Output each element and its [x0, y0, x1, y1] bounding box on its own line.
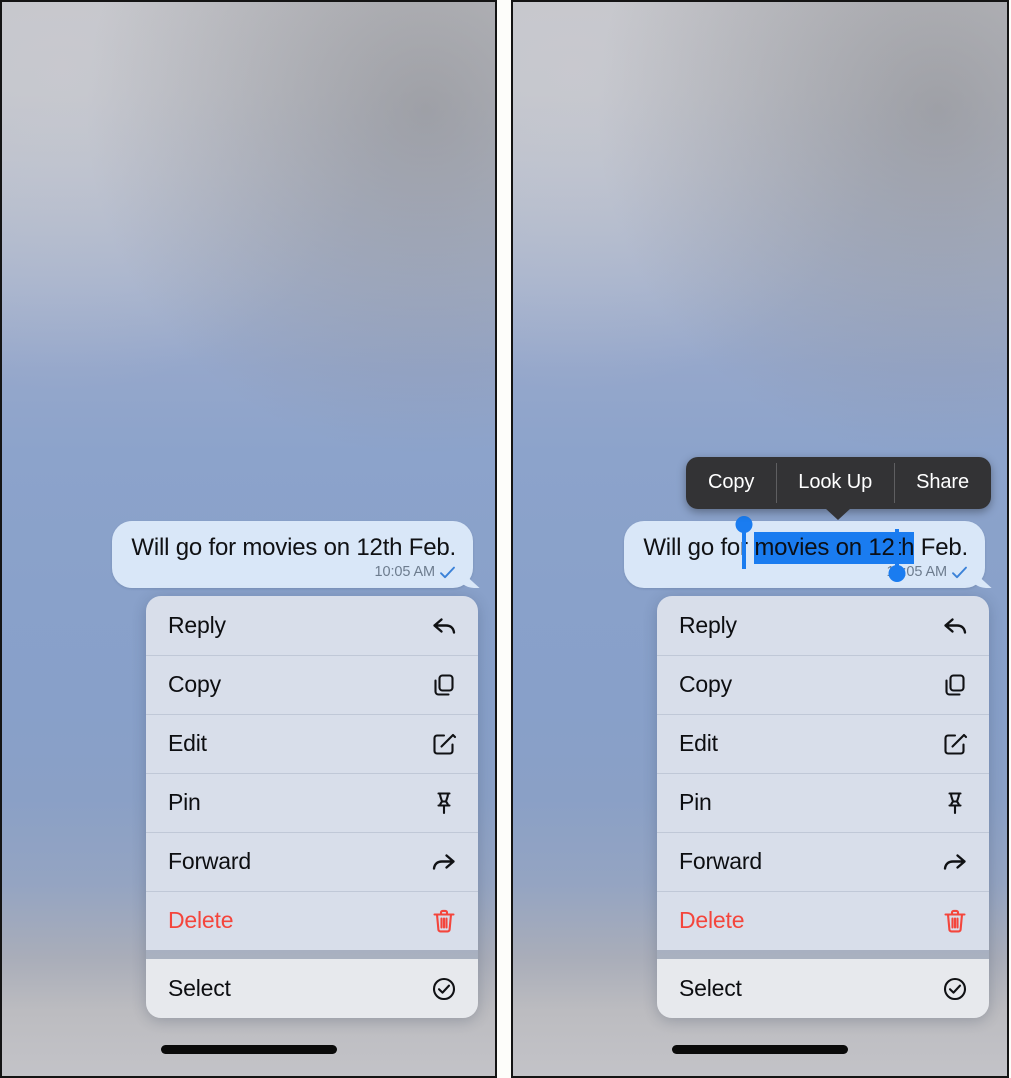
- edit-menu-lookup-button[interactable]: Look Up: [776, 457, 894, 509]
- context-menu-left[interactable]: Reply Copy Edit Pin Forward Delete Selec…: [146, 596, 478, 1018]
- menu-item-select-label: Select: [679, 975, 742, 1001]
- menu-item-select-label: Select: [168, 975, 231, 1001]
- text-edit-menu[interactable]: Copy Look Up Share: [686, 457, 991, 520]
- message-text-after: Feb.: [914, 534, 968, 561]
- edit-menu-pointer-icon: [825, 508, 852, 520]
- selection-handle-end[interactable]: [888, 529, 906, 582]
- home-indicator-left: [160, 1045, 337, 1054]
- check-circle-icon: [432, 977, 456, 1000]
- edit-menu-share-button[interactable]: Share: [894, 457, 991, 509]
- menu-item-copy-label: Copy: [168, 671, 221, 697]
- message-bubble-container-left: Will go for movies on 12th Feb. 10:05 AM: [112, 521, 473, 589]
- message-text-left: Will go for movies on 12th Feb.: [131, 534, 456, 561]
- phone-panel-left: Will go for movies on 12th Feb. 10:05 AM…: [0, 0, 497, 1078]
- context-menu-right[interactable]: Reply Copy Edit Pin Forward Delete Selec…: [657, 596, 989, 1018]
- menu-item-copy[interactable]: Copy: [146, 655, 478, 714]
- selected-text-highlight[interactable]: movies on 12th: [754, 532, 914, 564]
- menu-item-forward-label: Forward: [679, 848, 762, 874]
- menu-item-reply-label: Reply: [168, 612, 226, 638]
- pencil-square-icon: [944, 733, 968, 755]
- selection-handle-start-knob[interactable]: [735, 516, 753, 533]
- context-menu-secondary-group-left: Select: [146, 959, 478, 1018]
- menu-item-edit[interactable]: Edit: [657, 714, 989, 773]
- menu-item-edit[interactable]: Edit: [146, 714, 478, 773]
- message-text-right: Will go for movies on 12th Feb.: [643, 532, 968, 564]
- pushpin-icon: [437, 791, 451, 814]
- reply-arrow-icon: [433, 617, 456, 634]
- message-timestamp-left: 10:05 AM: [374, 564, 436, 581]
- trash-icon: [944, 909, 966, 932]
- copy-pages-icon: [945, 673, 965, 696]
- menu-item-pin[interactable]: Pin: [657, 773, 989, 832]
- forward-arrow-icon: [943, 853, 966, 870]
- message-bubble-container-right: Will go for movies on 12th Feb. 10:05 AM: [624, 516, 985, 589]
- menu-item-edit-label: Edit: [679, 730, 718, 756]
- trash-icon: [433, 909, 455, 932]
- menu-item-forward[interactable]: Forward: [657, 832, 989, 891]
- menu-item-reply-label: Reply: [679, 612, 737, 638]
- menu-item-pin[interactable]: Pin: [146, 773, 478, 832]
- context-menu-divider-right: [657, 950, 989, 959]
- message-text-before: Will go for: [643, 534, 755, 561]
- menu-item-delete[interactable]: Delete: [657, 891, 989, 950]
- message-meta-left: 10:05 AM: [131, 564, 456, 580]
- menu-item-delete-label: Delete: [679, 907, 745, 933]
- menu-item-delete-label: Delete: [168, 907, 234, 933]
- forward-arrow-icon: [432, 853, 455, 870]
- selection-handle-start[interactable]: [735, 516, 753, 569]
- message-bubble-right[interactable]: Will go for movies on 12th Feb. 10:05 AM: [624, 516, 985, 589]
- double-check-icon-left: [440, 566, 455, 578]
- check-icon-right: [952, 566, 967, 578]
- menu-item-forward[interactable]: Forward: [146, 832, 478, 891]
- menu-item-copy-label: Copy: [679, 671, 732, 697]
- context-menu-divider-left: [146, 950, 478, 959]
- message-meta-right: 10:05 AM: [643, 564, 968, 580]
- pushpin-icon: [948, 791, 962, 814]
- dual-phone-screenshot: Will go for movies on 12th Feb. 10:05 AM…: [0, 0, 1011, 1078]
- menu-item-pin-label: Pin: [168, 789, 201, 815]
- menu-item-forward-label: Forward: [168, 848, 251, 874]
- context-menu-primary-group-left: Reply Copy Edit Pin Forward Delete: [146, 596, 478, 950]
- context-menu-primary-group-right: Reply Copy Edit Pin Forward Delete: [657, 596, 989, 950]
- check-circle-icon: [943, 977, 967, 1000]
- menu-item-select[interactable]: Select: [146, 959, 478, 1018]
- context-menu-secondary-group-right: Select: [657, 959, 989, 1018]
- copy-pages-icon: [434, 673, 454, 696]
- home-indicator-right: [672, 1045, 848, 1054]
- menu-item-edit-label: Edit: [168, 730, 207, 756]
- pencil-square-icon: [433, 733, 457, 755]
- menu-item-select[interactable]: Select: [657, 959, 989, 1018]
- menu-item-copy[interactable]: Copy: [657, 655, 989, 714]
- reply-arrow-icon: [944, 617, 967, 634]
- menu-item-reply[interactable]: Reply: [657, 596, 989, 655]
- menu-item-delete[interactable]: Delete: [146, 891, 478, 950]
- menu-item-pin-label: Pin: [679, 789, 712, 815]
- phone-panel-right: Copy Look Up Share Will go for movies on…: [511, 0, 1009, 1078]
- edit-menu-copy-button[interactable]: Copy: [686, 457, 776, 509]
- selection-handle-end-knob[interactable]: [888, 565, 906, 582]
- message-bubble-left[interactable]: Will go for movies on 12th Feb. 10:05 AM: [112, 521, 473, 589]
- menu-item-reply[interactable]: Reply: [146, 596, 478, 655]
